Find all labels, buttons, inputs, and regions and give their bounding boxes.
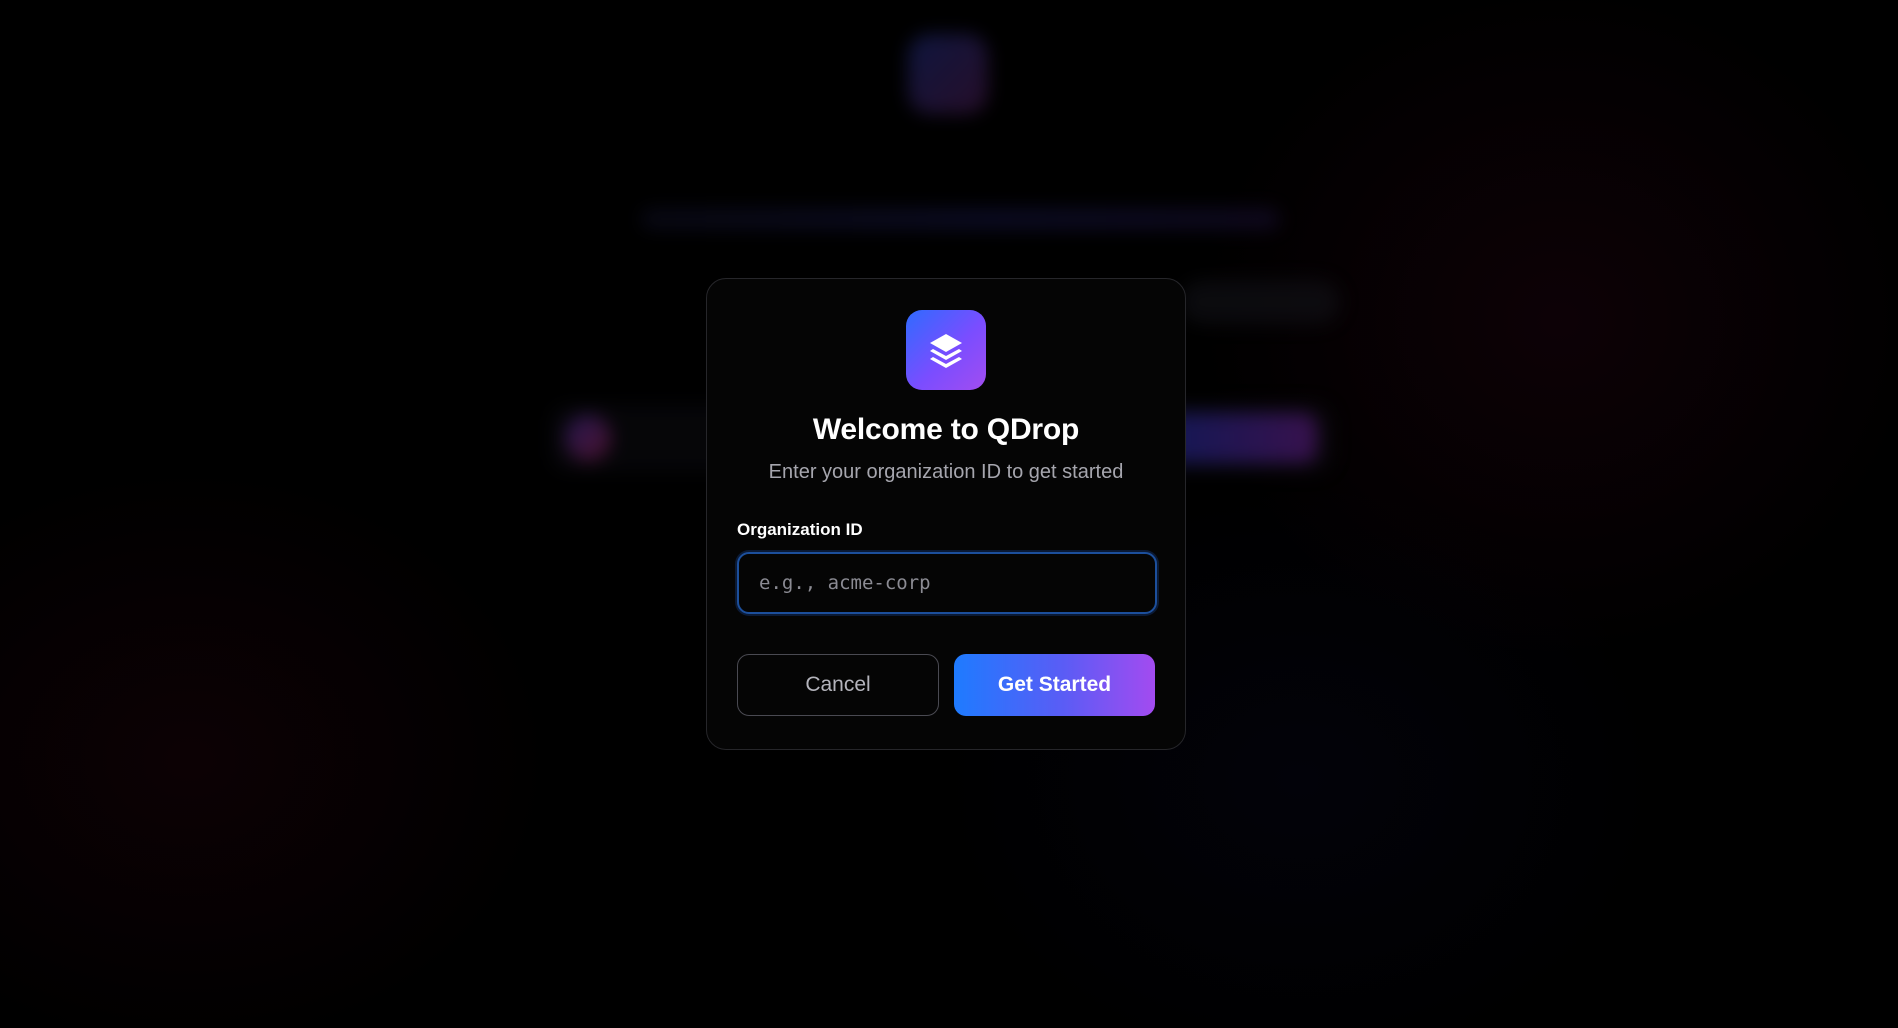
- background-avatar: [565, 415, 611, 461]
- organization-id-input[interactable]: [737, 552, 1157, 614]
- background-pill: [1180, 280, 1340, 324]
- welcome-dialog: Welcome to QDrop Enter your organization…: [706, 278, 1186, 750]
- background-logo: [908, 34, 988, 114]
- organization-id-label: Organization ID: [737, 520, 863, 539]
- layers-icon-glyph: [930, 334, 962, 368]
- background-brand: [880, 138, 1020, 182]
- layers-icon: [906, 310, 986, 390]
- cancel-button[interactable]: Cancel: [737, 654, 939, 716]
- dialog-actions: Cancel Get Started: [737, 654, 1155, 716]
- get-started-button[interactable]: Get Started: [954, 654, 1155, 716]
- page: Welcome to QDrop Enter your organization…: [0, 0, 1898, 1028]
- dialog-title: Welcome to QDrop: [812, 413, 1080, 446]
- background-tagline: [640, 208, 1280, 230]
- dialog-subtitle: Enter your organization ID to get starte…: [768, 461, 1124, 483]
